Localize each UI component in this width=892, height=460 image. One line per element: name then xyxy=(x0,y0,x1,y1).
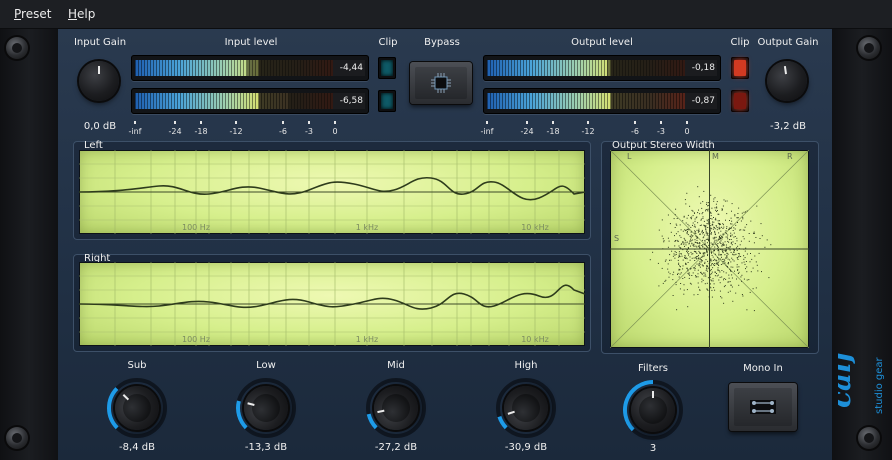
knob-cap xyxy=(639,396,667,424)
calf-logo-mark: calf studio gear xyxy=(824,345,885,414)
sub-value: -8,4 dB xyxy=(119,442,155,453)
screw-icon xyxy=(858,37,880,59)
left-rack-rail xyxy=(0,29,58,460)
mid-value: -27,2 dB xyxy=(374,442,418,453)
brand-name: calf xyxy=(838,348,857,408)
menu-preset-mnemonic: P xyxy=(14,7,22,21)
menu-bar: Preset Help xyxy=(0,0,892,29)
knob-indicator xyxy=(122,394,130,401)
menu-help[interactable]: Help xyxy=(68,7,95,21)
menu-preset[interactable]: Preset xyxy=(14,7,51,21)
mono-link-icon xyxy=(750,400,776,414)
high-value: -30,9 dB xyxy=(504,442,548,453)
knob-indicator xyxy=(247,402,255,406)
screw-icon xyxy=(6,37,28,59)
mono-in-button[interactable] xyxy=(729,383,797,431)
plugin-panel: Input Gain Input level Clip Bypass Outpu… xyxy=(58,29,832,460)
brand-subtitle: studio gear xyxy=(874,356,885,414)
knob-cap xyxy=(379,391,413,425)
knob-cap xyxy=(248,390,284,426)
filters-knob[interactable] xyxy=(631,388,675,432)
knob-arcs xyxy=(107,378,683,440)
low-value: -13,3 dB xyxy=(244,442,288,453)
menu-preset-rest: reset xyxy=(21,7,52,21)
calf-logo: calf studio gear xyxy=(824,345,890,414)
filters-value: 3 xyxy=(649,443,657,454)
menu-help-mnemonic: H xyxy=(68,7,78,21)
knob-indicator xyxy=(652,391,654,398)
screw-icon xyxy=(6,427,28,449)
menu-help-rest: elp xyxy=(77,7,96,21)
knob-level-arc xyxy=(497,415,508,430)
knob-cap xyxy=(508,390,544,426)
screw-icon xyxy=(858,427,880,449)
